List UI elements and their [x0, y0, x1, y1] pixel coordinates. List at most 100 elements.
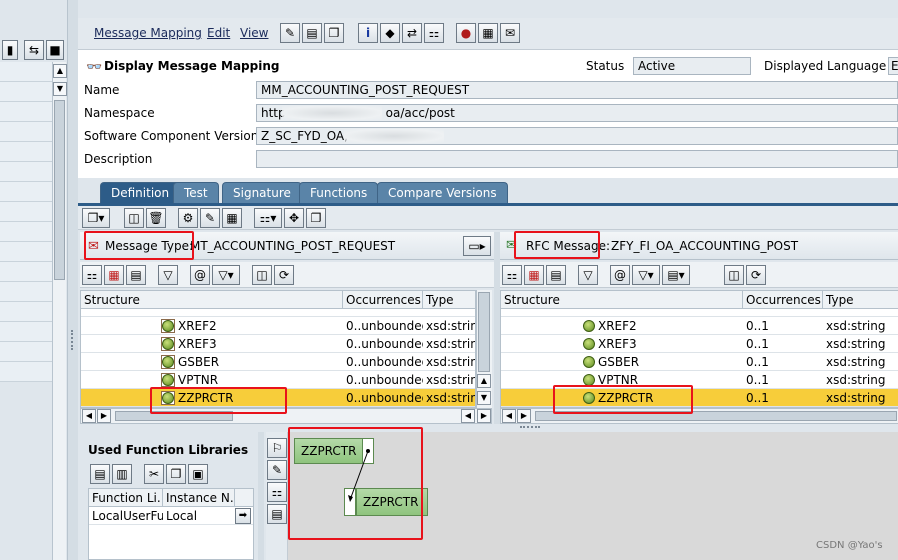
tree-icon[interactable]: ⚏: [502, 265, 522, 285]
library-edit-icon[interactable]: ▥: [112, 464, 132, 484]
tab-definition[interactable]: Definition: [100, 182, 181, 204]
data-flow-editor-canvas[interactable]: ZZPRCTR ZZPRCTR: [288, 432, 898, 560]
menu-view[interactable]: View: [240, 26, 268, 40]
scroll-right-icon[interactable]: ▶: [97, 409, 111, 423]
nav-back-icon[interactable]: ▮: [2, 40, 18, 60]
scroll-thumb[interactable]: [478, 292, 490, 372]
src-icon[interactable]: ▤: [546, 265, 566, 285]
column-header-instance[interactable]: Instance N...: [163, 489, 235, 507]
table-row[interactable]: XREF3 0..1 xsd:string: [501, 335, 898, 353]
history-icon[interactable]: ●: [456, 23, 476, 43]
column-header-occurrences[interactable]: Occurrences: [343, 291, 423, 309]
menu-message-mapping[interactable]: Message Mapping: [94, 26, 202, 40]
scroll-thumb[interactable]: [115, 411, 233, 421]
left-pane-scrollbar[interactable]: ▲ ▼: [52, 62, 67, 560]
split-view-icon[interactable]: ◫: [124, 208, 144, 228]
nav-list-row[interactable]: [0, 102, 52, 122]
scroll-thumb[interactable]: [54, 100, 65, 280]
table-row-selected[interactable]: ZZPRCTR 0..1 xsd:string: [501, 389, 898, 407]
view-dropdown-icon[interactable]: ❐▾: [82, 208, 110, 228]
edit-list-icon[interactable]: ✎: [200, 208, 220, 228]
tab-test[interactable]: Test: [173, 182, 219, 204]
navigate-arrow-icon[interactable]: ➡: [235, 508, 251, 524]
info-icon[interactable]: i: [358, 23, 378, 43]
nav-list-row[interactable]: [0, 82, 52, 102]
table-row[interactable]: XREF3 0..unbounded xsd:string: [81, 335, 475, 353]
target-horizontal-scrollbar[interactable]: ◀ ▶: [500, 408, 898, 424]
nav-list-row[interactable]: [0, 302, 52, 322]
table-row[interactable]: GSBER 0..1 xsd:string: [501, 353, 898, 371]
table-row[interactable]: LocalUserFu Local ➡: [89, 507, 253, 525]
nav-list-row[interactable]: [0, 202, 52, 222]
table-row[interactable]: VPTNR 0..unbounded xsd:string: [81, 371, 475, 389]
nav-list-row[interactable]: [0, 122, 52, 142]
tab-functions[interactable]: Functions: [299, 182, 379, 204]
at-icon[interactable]: @: [610, 265, 630, 285]
document-icon[interactable]: ✉: [500, 23, 520, 43]
pencil-tool-icon[interactable]: ✎: [267, 460, 287, 480]
nav-list-row[interactable]: [0, 62, 52, 82]
panel-splitter[interactable]: [494, 232, 500, 424]
scroll-down-icon[interactable]: ▼: [53, 82, 67, 96]
splitter-vertical[interactable]: [258, 432, 264, 560]
paste-icon[interactable]: ▣: [188, 464, 208, 484]
nav-list-row[interactable]: [0, 362, 52, 382]
nav-list-row[interactable]: [0, 322, 52, 342]
column-header-type[interactable]: Type: [823, 291, 898, 309]
find-icon[interactable]: ◫: [724, 265, 744, 285]
pane-splitter[interactable]: [68, 0, 78, 560]
nav-list-row[interactable]: [0, 242, 52, 262]
refresh-icon[interactable]: ⟳: [746, 265, 766, 285]
tab-compare-versions[interactable]: Compare Versions: [377, 182, 508, 204]
swap-arrows-icon[interactable]: ⇆: [24, 40, 44, 60]
table-row-selected[interactable]: ZZPRCTR 0..unbounded xsd:string: [81, 389, 475, 407]
layout-icon[interactable]: ▦: [222, 208, 242, 228]
move-icon[interactable]: ✥: [284, 208, 304, 228]
scroll-up-icon[interactable]: ▲: [53, 64, 67, 78]
filter-dropdown-icon[interactable]: ▽▾: [632, 265, 660, 285]
column-header-structure[interactable]: Structure: [501, 291, 743, 309]
windows-icon[interactable]: ❐: [306, 208, 326, 228]
cut-icon[interactable]: ✂: [144, 464, 164, 484]
column-header-function[interactable]: Function Li...: [89, 489, 163, 507]
settings-gear-icon[interactable]: ⚙: [178, 208, 198, 228]
column-header-structure[interactable]: Structure: [81, 291, 343, 309]
filter-icon[interactable]: ▽: [578, 265, 598, 285]
scroll-right-icon[interactable]: ▶: [517, 409, 531, 423]
nav-list-row[interactable]: [0, 342, 52, 362]
nav-list-row[interactable]: [0, 282, 52, 302]
src-icon[interactable]: ▤: [126, 265, 146, 285]
edit-pencil-icon[interactable]: ✎: [280, 23, 300, 43]
find-icon[interactable]: ◫: [252, 265, 272, 285]
column-header-occurrences[interactable]: Occurrences: [743, 291, 823, 309]
filter-dropdown-icon[interactable]: ▽▾: [212, 265, 240, 285]
nav-list-row[interactable]: [0, 182, 52, 202]
value-mapping-dropdown-icon[interactable]: ▤▾: [662, 265, 690, 285]
source-vertical-scrollbar[interactable]: ▲ ▼: [476, 290, 492, 408]
delete-icon[interactable]: 🗑: [146, 208, 166, 228]
scroll-down-icon[interactable]: ▼: [477, 391, 491, 405]
print-tool-icon[interactable]: ▤: [267, 504, 287, 524]
tab-signature[interactable]: Signature: [222, 182, 302, 204]
nav-list-row[interactable]: [0, 162, 52, 182]
nav-list-row[interactable]: [0, 142, 52, 162]
menu-edit[interactable]: Edit: [207, 26, 230, 40]
scroll-right-icon[interactable]: ▶: [477, 409, 491, 423]
column-header-type[interactable]: Type: [423, 291, 475, 309]
nav-list-row[interactable]: [0, 222, 52, 242]
at-icon[interactable]: @: [190, 265, 210, 285]
table-row[interactable]: GSBER 0..unbounded xsd:string: [81, 353, 475, 371]
connect-tool-icon[interactable]: ⚏: [267, 482, 287, 502]
source-options-icon[interactable]: ▭▸: [463, 236, 491, 256]
refresh-icon[interactable]: ⟳: [274, 265, 294, 285]
save-icon[interactable]: ▤: [302, 23, 322, 43]
table-icon[interactable]: ▦: [478, 23, 498, 43]
where-used-icon[interactable]: ⇄: [402, 23, 422, 43]
displayed-language-field[interactable]: E: [888, 57, 898, 75]
nav-stop-icon[interactable]: ■: [46, 40, 64, 60]
filter-icon[interactable]: ▽: [158, 265, 178, 285]
table-row[interactable]: XREF2 0..1 xsd:string: [501, 317, 898, 335]
structure-dropdown-icon[interactable]: ⚏▾: [254, 208, 282, 228]
source-horizontal-scrollbar[interactable]: ◀ ▶ ◀ ▶: [80, 408, 492, 424]
hierarchy-icon[interactable]: ⚏: [424, 23, 444, 43]
